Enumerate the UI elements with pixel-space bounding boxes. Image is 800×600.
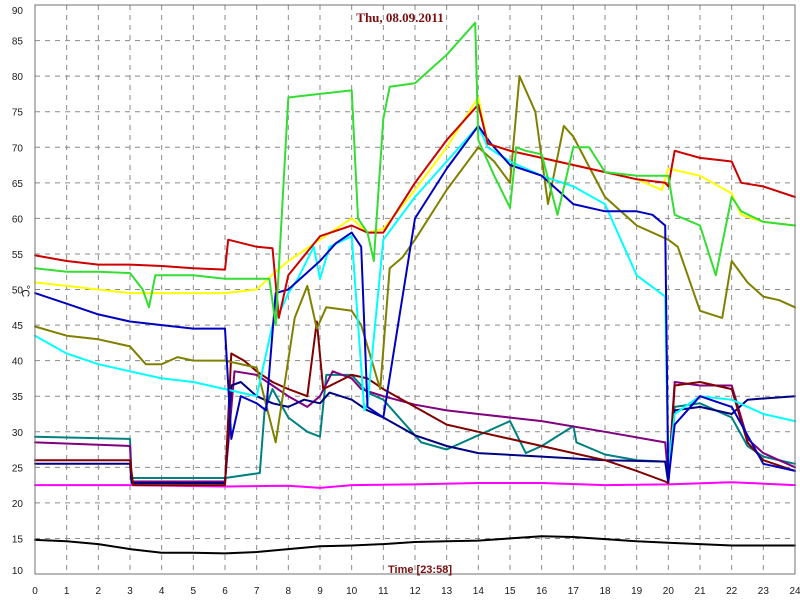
y-tick-label: 60 — [12, 214, 24, 225]
x-tick-label: 8 — [286, 586, 292, 597]
y-tick-label: 80 — [12, 72, 24, 83]
x-tick-label: 10 — [346, 586, 358, 597]
x-tick-label: 20 — [663, 586, 675, 597]
y-tick-label: 15 — [12, 534, 24, 545]
y-axis-label: °C — [19, 285, 31, 297]
x-tick-label: 19 — [631, 586, 643, 597]
y-tick-label: 25 — [12, 463, 24, 474]
x-tick-label: 0 — [32, 586, 38, 597]
y-tick-label: 35 — [12, 392, 24, 403]
x-tick-label: 17 — [568, 586, 580, 597]
chart-background — [0, 0, 800, 600]
x-tick-label: 11 — [378, 586, 389, 597]
x-tick-label: 18 — [599, 586, 611, 597]
y-tick-label: 85 — [12, 37, 24, 48]
x-tick-label: 16 — [536, 586, 548, 597]
temperature-chart: 0 1 2 3 4 5 6 7 8 9 10 11 12 13 14 15 16 17 18 19 20 21 22 23 24… — [0, 0, 800, 600]
x-tick-label: 12 — [409, 586, 421, 597]
x-tick-label: 7 — [254, 586, 260, 597]
x-tick-label: 24 — [789, 586, 800, 597]
x-tick-label: 4 — [159, 586, 165, 597]
y-tick-label: 10 — [12, 566, 24, 577]
y-tick-label: 20 — [12, 499, 24, 510]
y-tick-label: 40 — [12, 357, 24, 368]
x-tick-label: 15 — [504, 586, 516, 597]
x-tick-label: 22 — [726, 586, 738, 597]
chart-title: Thu, 08.09.2011 — [356, 10, 443, 25]
x-tick-label: 5 — [191, 586, 197, 597]
y-tick-label: 90 — [12, 6, 24, 17]
x-tick-label: 2 — [96, 586, 102, 597]
x-tick-label: 6 — [222, 586, 228, 597]
x-axis-label: Time [23:58] — [388, 564, 452, 576]
x-tick-label: 21 — [694, 586, 706, 597]
x-tick-label: 3 — [127, 586, 133, 597]
y-tick-label: 65 — [12, 179, 24, 190]
y-tick-label: 75 — [12, 108, 24, 119]
y-tick-label: 70 — [12, 143, 24, 154]
y-tick-label: 30 — [12, 428, 24, 439]
x-tick-label: 14 — [473, 586, 485, 597]
x-tick-label: 23 — [758, 586, 770, 597]
y-tick-label: 55 — [12, 250, 24, 261]
y-tick-label: 45 — [12, 321, 24, 332]
x-tick-label: 13 — [441, 586, 453, 597]
x-tick-label: 1 — [64, 586, 70, 597]
x-tick-label: 9 — [317, 586, 323, 597]
